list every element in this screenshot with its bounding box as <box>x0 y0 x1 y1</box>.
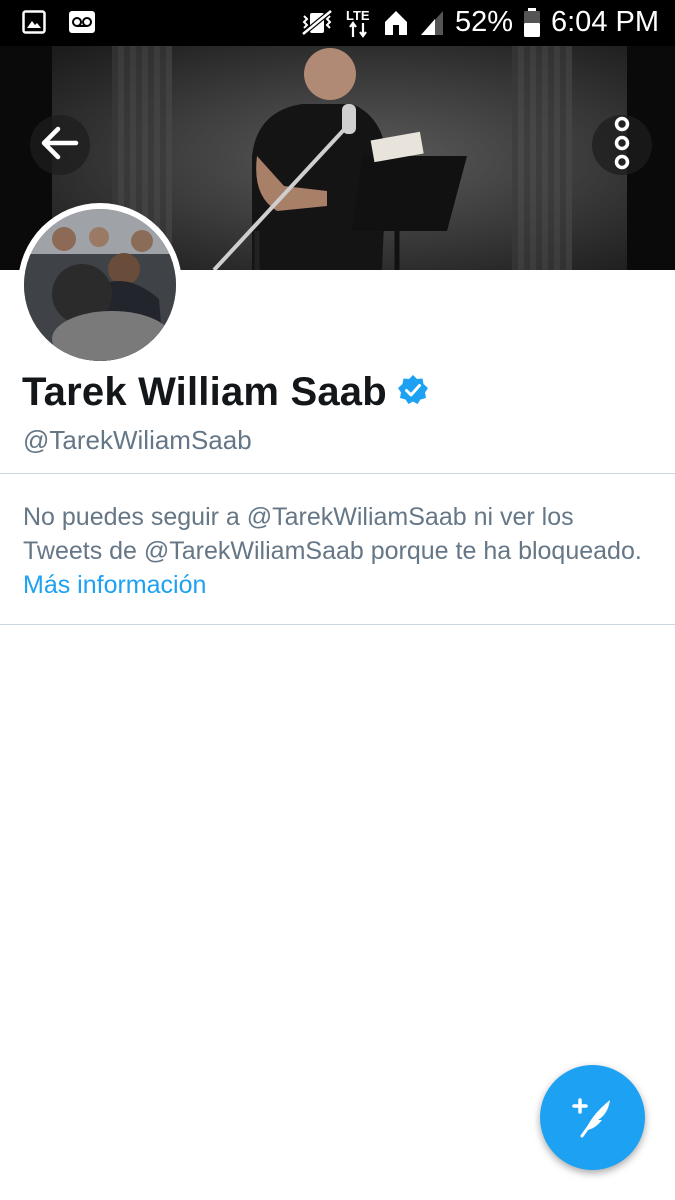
battery-percent: 52% <box>454 6 513 38</box>
status-bar: LTE 52% 6:04 PM <box>0 0 675 46</box>
home-network-icon <box>383 9 409 37</box>
voicemail-icon <box>68 10 96 34</box>
verified-badge-icon <box>397 374 429 411</box>
signal-strength-icon <box>419 9 445 37</box>
compose-tweet-icon <box>568 1090 618 1145</box>
avatar[interactable] <box>18 203 182 367</box>
more-options-button[interactable] <box>592 115 652 175</box>
profile-name-row: Tarek William Saab <box>22 367 429 417</box>
blocked-message: No puedes seguir a @TarekWiliamSaab ni v… <box>23 503 642 565</box>
more-info-link[interactable]: Más información <box>23 571 206 599</box>
compose-tweet-button[interactable] <box>540 1065 645 1170</box>
display-name: Tarek William Saab <box>22 369 387 414</box>
arrow-left-icon <box>40 125 80 166</box>
clock: 6:04 PM <box>551 6 659 38</box>
battery-icon <box>523 7 541 38</box>
lte-icon: LTE <box>345 7 373 39</box>
svg-text:LTE: LTE <box>346 8 370 23</box>
profile-handle: @TarekWiliamSaab <box>23 425 252 455</box>
more-vertical-icon <box>612 116 632 175</box>
avatar-image <box>24 209 176 361</box>
gallery-notification-icon <box>22 10 46 34</box>
divider <box>0 473 675 474</box>
blocked-notice: No puedes seguir a @TarekWiliamSaab ni v… <box>23 500 643 602</box>
vibrate-mute-icon <box>299 8 335 38</box>
back-button[interactable] <box>30 115 90 175</box>
divider <box>0 624 675 625</box>
